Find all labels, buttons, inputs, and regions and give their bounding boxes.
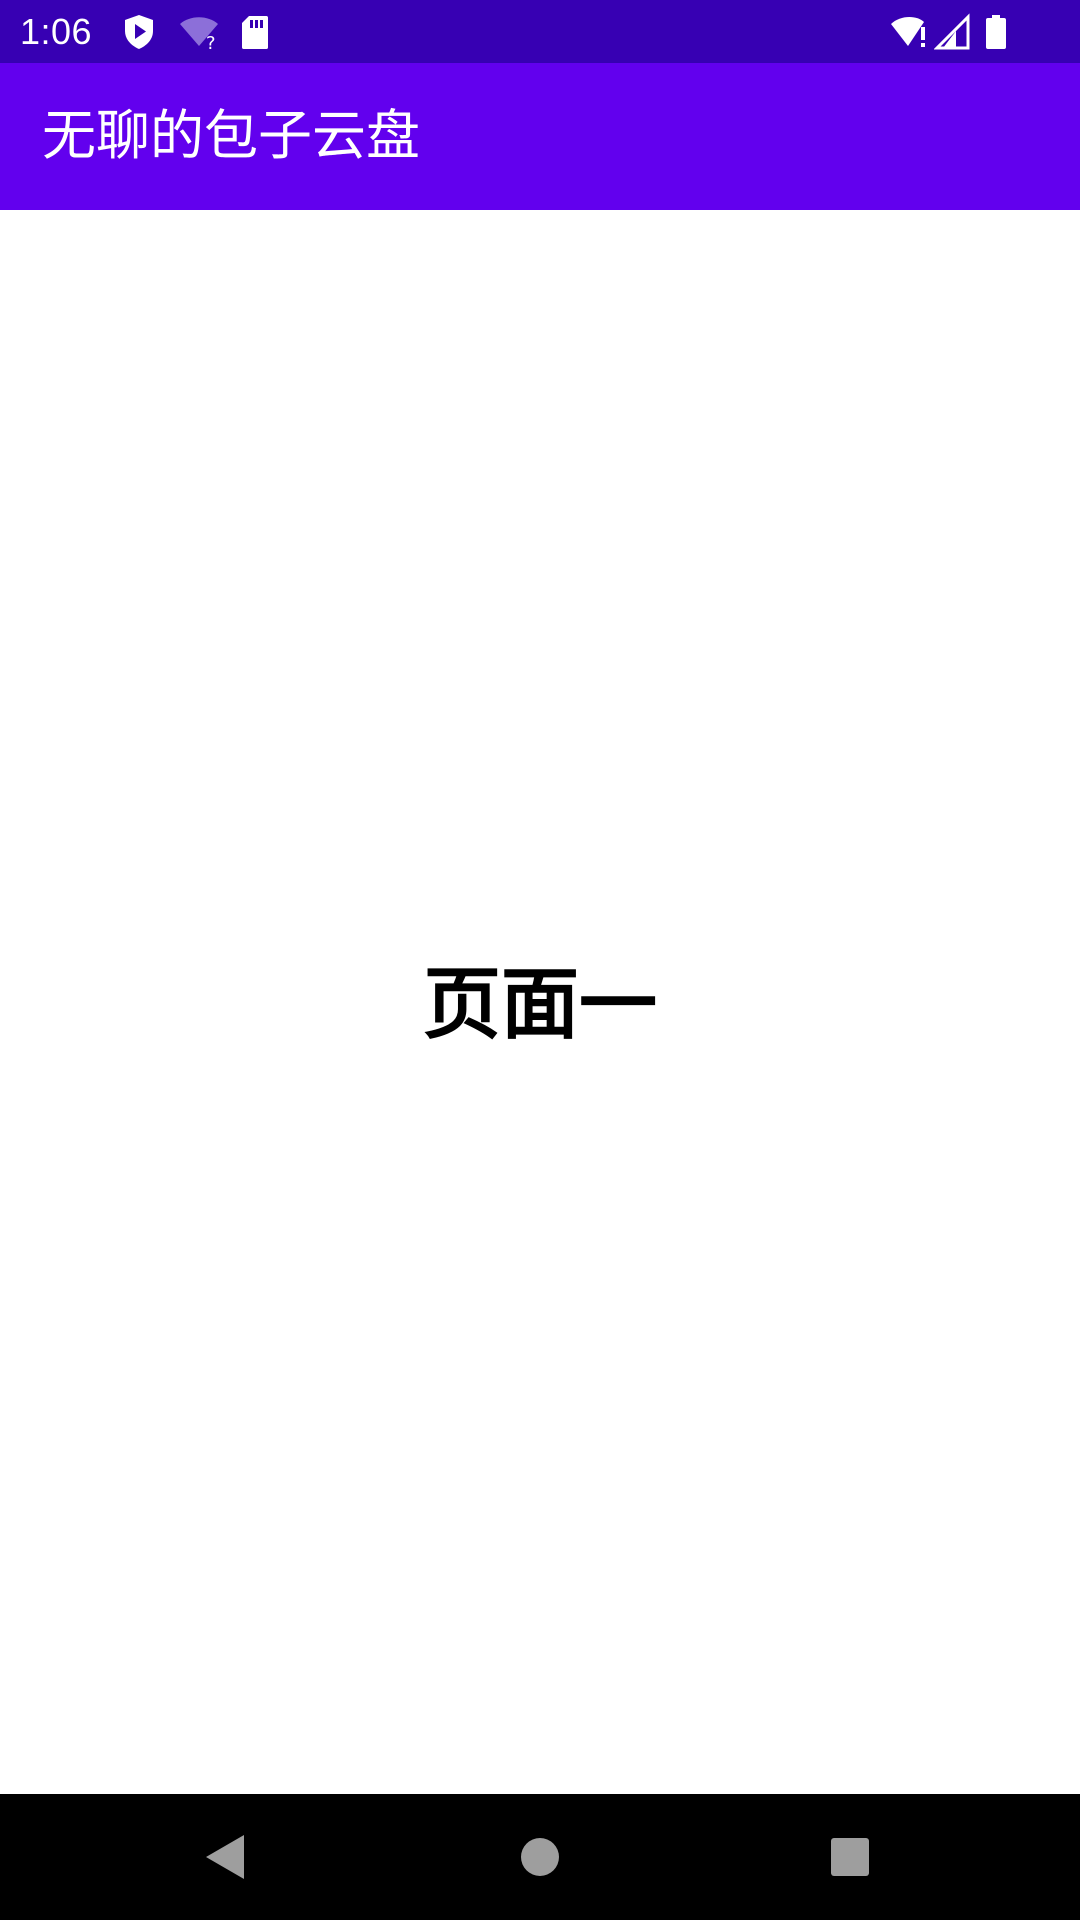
sd-card-icon bbox=[240, 13, 270, 51]
cell-signal-icon bbox=[934, 13, 970, 51]
play-protect-icon bbox=[122, 13, 156, 51]
app-bar: 无聊的包子云盘 bbox=[0, 63, 1080, 210]
wifi-alert-icon bbox=[890, 13, 930, 51]
wifi-unknown-icon: ? bbox=[178, 13, 220, 51]
recents-icon[interactable] bbox=[820, 1827, 880, 1887]
page-label: 页面一 bbox=[422, 960, 657, 1050]
navigation-bar bbox=[0, 1794, 1080, 1920]
back-icon[interactable] bbox=[196, 1827, 256, 1887]
battery-icon bbox=[984, 13, 1008, 51]
status-time: 1:06 bbox=[20, 11, 93, 52]
app-title: 无聊的包子云盘 bbox=[42, 104, 420, 167]
svg-text:?: ? bbox=[206, 33, 216, 51]
status-bar: 1:06 ? bbox=[0, 0, 1080, 63]
content-area: 页面一 bbox=[0, 210, 1080, 1794]
home-icon[interactable] bbox=[510, 1827, 570, 1887]
